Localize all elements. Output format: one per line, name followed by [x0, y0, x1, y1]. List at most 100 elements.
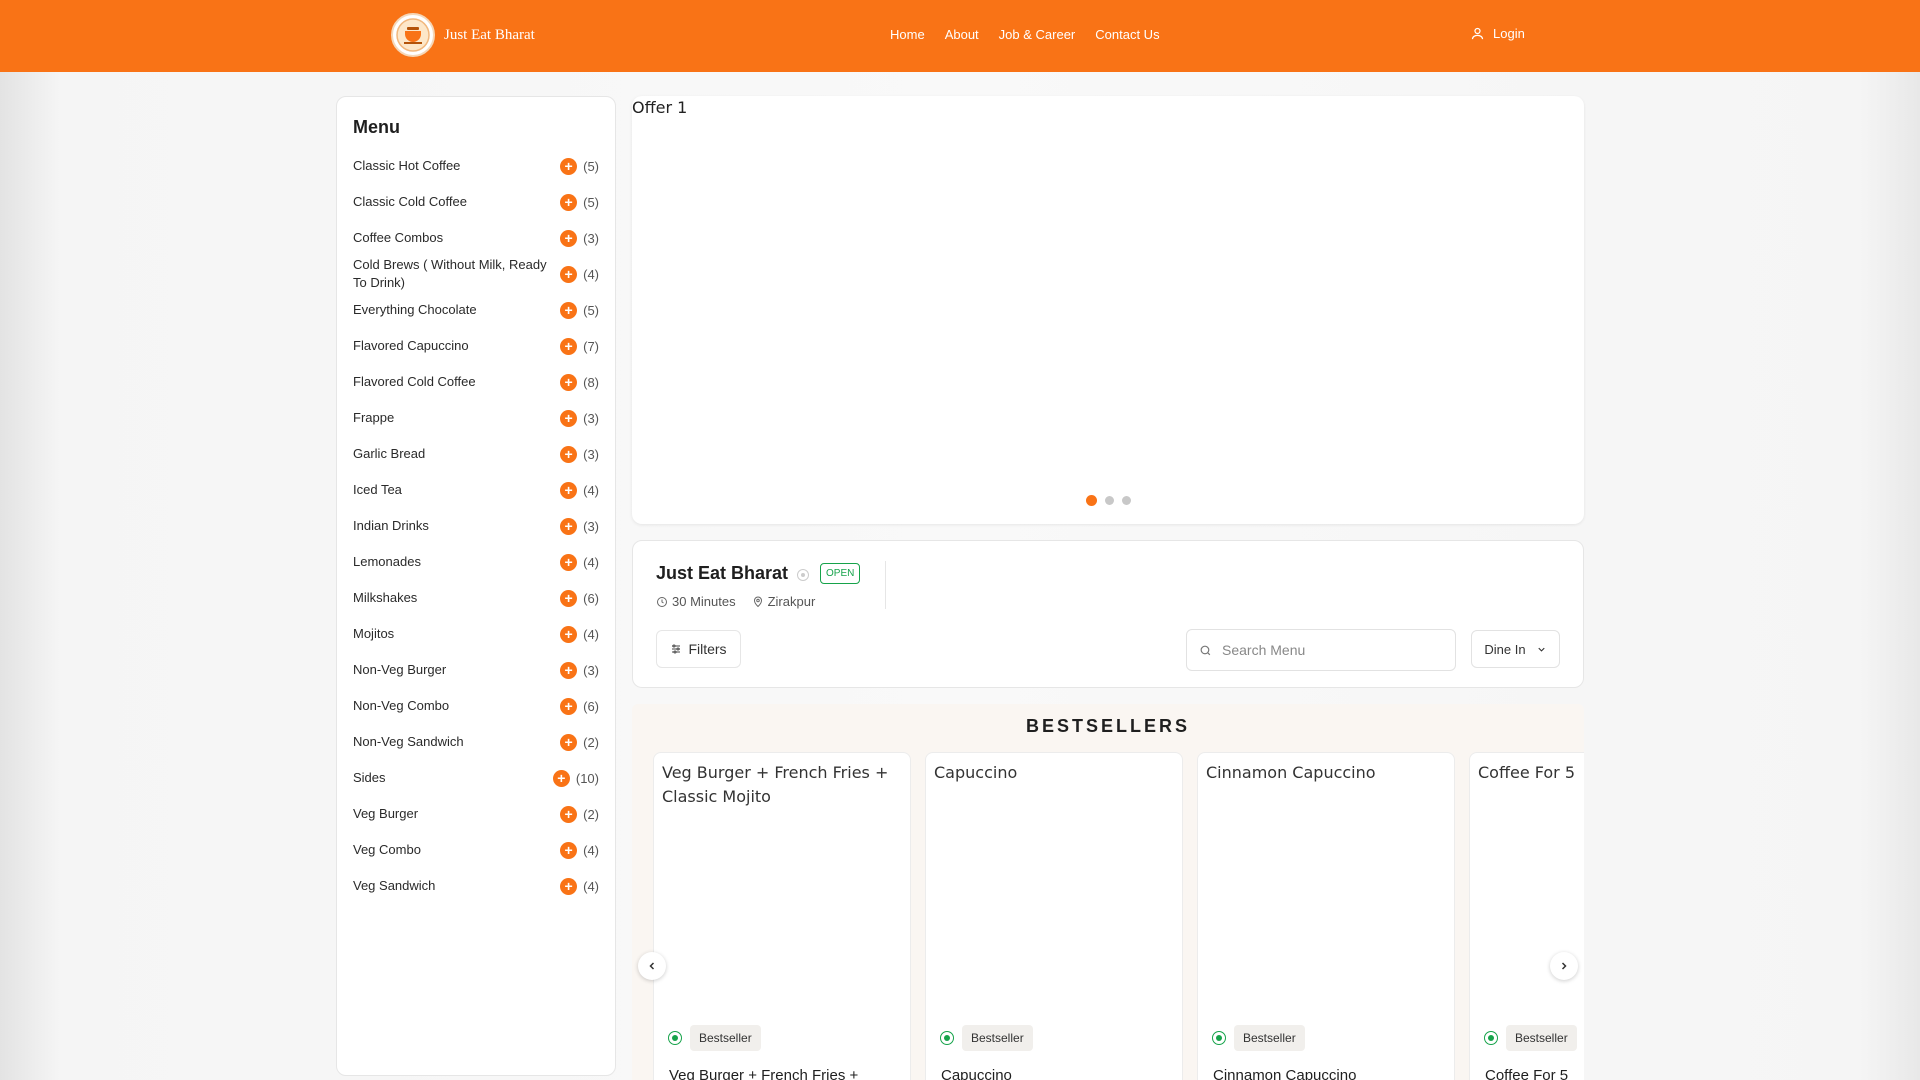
menu-category-label: Flavored Capuccino — [353, 338, 469, 353]
expand-plus-icon[interactable]: + — [560, 409, 578, 427]
carousel-dot[interactable] — [1086, 495, 1097, 506]
menu-category-meta: + (5) — [560, 301, 599, 319]
menu-category-label: Sides — [353, 770, 386, 785]
menu-category-item[interactable]: Classic Hot Coffee + (5) — [353, 148, 599, 184]
menu-category-item[interactable]: Cold Brews ( Without Milk, Ready To Drin… — [353, 256, 599, 292]
expand-plus-icon[interactable]: + — [560, 445, 578, 463]
menu-category-item[interactable]: Coffee Combos + (3) — [353, 220, 599, 256]
menu-category-item[interactable]: Lemonades + (4) — [353, 544, 599, 580]
expand-plus-icon[interactable]: + — [560, 193, 578, 211]
menu-category-count: (5) — [583, 302, 599, 318]
offer-image-alt: Offer 1 — [632, 98, 688, 117]
menu-category-item[interactable]: Non-Veg Burger + (3) — [353, 652, 599, 688]
bestseller-tag: Bestseller — [962, 1025, 1033, 1051]
menu-category-item[interactable]: Veg Burger + (2) — [353, 796, 599, 832]
menu-category-label: Indian Drinks — [353, 518, 429, 533]
menu-category-meta: + (6) — [560, 697, 599, 715]
expand-plus-icon[interactable]: + — [560, 373, 578, 391]
menu-category-meta: + (5) — [560, 157, 599, 175]
expand-plus-icon[interactable]: + — [560, 301, 578, 319]
divider — [885, 561, 886, 609]
chevron-right-icon — [1561, 962, 1567, 970]
restaurant-name: Just Eat Bharat — [656, 563, 789, 583]
carousel-prev-button[interactable] — [638, 952, 666, 980]
menu-category-count: (8) — [583, 374, 599, 390]
veg-icon — [668, 1031, 682, 1045]
menu-category-label: Mojitos — [353, 626, 395, 641]
tag-row: Bestseller — [1484, 1025, 1577, 1051]
carousel-next-button[interactable] — [1550, 952, 1578, 980]
user-icon — [1471, 27, 1484, 40]
veg-icon — [1212, 1031, 1226, 1045]
menu-category-meta: + (5) — [560, 193, 599, 211]
restaurant-info: Just Eat Bharat OPEN 30 Minutes Zirakpur… — [632, 540, 1584, 688]
menu-category-item[interactable]: Non-Veg Combo + (6) — [353, 688, 599, 724]
nav-home[interactable]: Home — [890, 27, 925, 42]
expand-plus-icon[interactable]: + — [552, 769, 570, 787]
menu-category-label: Milkshakes — [353, 590, 418, 605]
expand-plus-icon[interactable]: + — [560, 517, 578, 535]
expand-plus-icon[interactable]: + — [560, 661, 578, 679]
menu-category-count: (5) — [583, 158, 599, 174]
bestseller-card[interactable]: Capuccino Bestseller Capuccino — [925, 752, 1183, 1080]
carousel-dot[interactable] — [1122, 496, 1131, 505]
menu-category-label: Lemonades — [353, 554, 421, 569]
expand-plus-icon[interactable]: + — [560, 625, 578, 643]
expand-plus-icon[interactable]: + — [560, 877, 578, 895]
menu-category-item[interactable]: Non-Veg Sandwich + (2) — [353, 724, 599, 760]
menu-category-count: (6) — [583, 698, 599, 714]
expand-plus-icon[interactable]: + — [560, 841, 578, 859]
expand-plus-icon[interactable]: + — [560, 157, 578, 175]
nav-contact-us[interactable]: Contact Us — [1095, 27, 1159, 42]
tag-row: Bestseller — [668, 1025, 761, 1051]
expand-plus-icon[interactable]: + — [560, 589, 578, 607]
expand-plus-icon[interactable]: + — [560, 265, 578, 283]
login-button[interactable]: Login — [1470, 26, 1525, 41]
expand-plus-icon[interactable]: + — [560, 697, 578, 715]
expand-plus-icon[interactable]: + — [560, 481, 578, 499]
service-mode-select[interactable]: Dine In — [1471, 630, 1560, 668]
menu-category-item[interactable]: Iced Tea + (4) — [353, 472, 599, 508]
bestseller-card[interactable]: Coffee For 5 Bestseller Coffee For 5 — [1469, 752, 1584, 1080]
menu-category-item[interactable]: Sides + (10) — [353, 760, 599, 796]
menu-category-meta: + (3) — [560, 661, 599, 679]
menu-category-item[interactable]: Frappe + (3) — [353, 400, 599, 436]
product-name: Cinnamon Capuccino — [1213, 1067, 1357, 1080]
menu-category-item[interactable]: Everything Chocolate + (5) — [353, 292, 599, 328]
expand-plus-icon[interactable]: + — [560, 229, 578, 247]
menu-category-item[interactable]: Flavored Cold Coffee + (8) — [353, 364, 599, 400]
menu-category-item[interactable]: Veg Sandwich + (4) — [353, 868, 599, 904]
filters-button[interactable]: Filters — [656, 630, 741, 668]
expand-plus-icon[interactable]: + — [560, 805, 578, 823]
bestseller-card[interactable]: Cinnamon Capuccino Bestseller Cinnamon Cap… — [1197, 752, 1455, 1080]
search-box[interactable] — [1186, 629, 1456, 671]
menu-category-item[interactable]: Veg Combo + (4) — [353, 832, 599, 868]
menu-category-item[interactable]: Indian Drinks + (3) — [353, 508, 599, 544]
menu-category-count: (3) — [583, 230, 599, 246]
menu-category-item[interactable]: Milkshakes + (6) — [353, 580, 599, 616]
brand[interactable]: Just Eat Bharat — [391, 13, 535, 57]
menu-list: Classic Hot Coffee + (5) Classic Cold Coffe… — [353, 148, 599, 904]
menu-category-meta: + (2) — [560, 733, 599, 751]
menu-category-item[interactable]: Mojitos + (4) — [353, 616, 599, 652]
location: Zirakpur — [752, 594, 815, 609]
expand-plus-icon[interactable]: + — [560, 553, 578, 571]
menu-category-item[interactable]: Flavored Capuccino + (7) — [353, 328, 599, 364]
nav-about[interactable]: About — [945, 27, 979, 42]
sliders-icon — [672, 644, 681, 654]
bestseller-card[interactable]: Veg Burger + French Fries + Classic Moji… — [653, 752, 911, 1080]
brand-name[interactable]: Just Eat Bharat — [444, 27, 535, 44]
menu-category-count: (4) — [583, 878, 599, 894]
carousel-dot[interactable] — [1105, 496, 1114, 505]
menu-category-item[interactable]: Garlic Bread + (3) — [353, 436, 599, 472]
brand-logo[interactable] — [391, 13, 435, 57]
expand-plus-icon[interactable]: + — [560, 337, 578, 355]
search-input[interactable] — [1222, 642, 1422, 658]
main-nav: Home About Job & Career Contact Us — [890, 27, 1160, 42]
nav-job-career[interactable]: Job & Career — [999, 27, 1076, 42]
menu-category-item[interactable]: Classic Cold Coffee + (5) — [353, 184, 599, 220]
product-name: Coffee For 5 — [1485, 1067, 1569, 1080]
menu-category-meta: + (3) — [560, 517, 599, 535]
expand-plus-icon[interactable]: + — [560, 733, 578, 751]
offer-banner[interactable]: Offer 1 — [632, 96, 1584, 524]
